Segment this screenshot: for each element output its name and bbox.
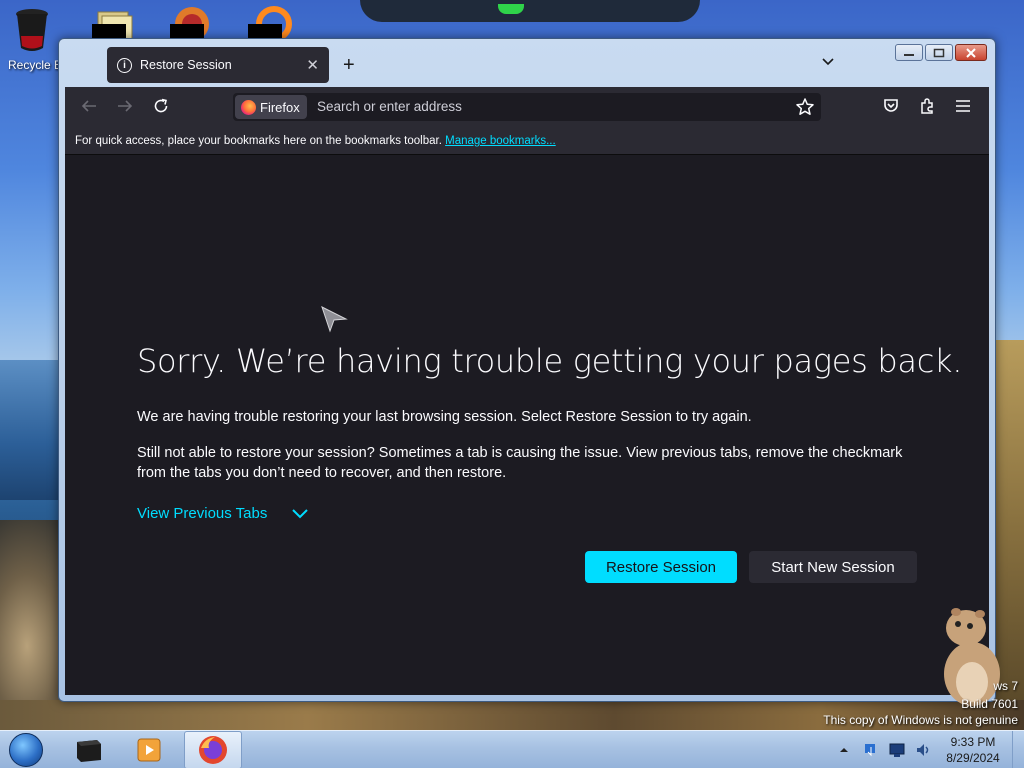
page-title: Sorry. We’re having trouble getting your… bbox=[137, 342, 963, 380]
restore-session-button[interactable]: Restore Session bbox=[585, 551, 737, 583]
close-tab-icon[interactable]: ✕ bbox=[306, 56, 319, 74]
firefox-taskbar-icon bbox=[199, 736, 227, 764]
taskbar-app-terminal[interactable] bbox=[60, 731, 118, 768]
firefox-window: i Restore Session ✕ + Firefox Search or … bbox=[58, 38, 996, 702]
mouse-cursor-icon bbox=[321, 306, 348, 333]
windows-version-text: ws 7 bbox=[993, 679, 1018, 693]
action-center-icon[interactable] bbox=[862, 741, 880, 759]
screen-top-overlay bbox=[360, 0, 700, 22]
description-paragraph: We are having trouble restoring your las… bbox=[137, 409, 752, 425]
recycle-bin-label: Recycle B bbox=[8, 58, 63, 72]
info-icon: i bbox=[117, 57, 132, 73]
taskbar-app-firefox[interactable] bbox=[184, 731, 242, 768]
tab-title: Restore Session bbox=[140, 58, 232, 72]
clock-time: 9:33 PM bbox=[950, 735, 996, 749]
restore-session-page: Sorry. We’re having trouble getting your… bbox=[65, 155, 989, 695]
menu-hamburger-icon[interactable] bbox=[953, 96, 973, 116]
list-all-tabs-chevron-down-icon[interactable] bbox=[821, 55, 835, 69]
taskbar-app-media-player[interactable] bbox=[120, 731, 178, 768]
identity-box[interactable]: Firefox bbox=[235, 95, 307, 119]
tab-restore-session[interactable]: i Restore Session ✕ bbox=[107, 47, 329, 83]
windows-logo-icon bbox=[9, 733, 43, 767]
address-input[interactable]: Search or enter address bbox=[317, 99, 462, 114]
bookmarks-toolbar: For quick access, place your bookmarks h… bbox=[65, 125, 989, 155]
new-tab-button[interactable]: + bbox=[343, 54, 355, 77]
bookmark-star-icon[interactable] bbox=[795, 97, 815, 117]
terminal-app-icon bbox=[77, 740, 101, 762]
system-tray: 9:33 PM 8/29/2024 bbox=[838, 731, 1024, 768]
tab-strip: i Restore Session ✕ + bbox=[65, 39, 989, 87]
firefox-logo-icon bbox=[241, 99, 256, 115]
bookmarks-toolbar-hint: For quick access, place your bookmarks h… bbox=[75, 135, 442, 147]
taskbar: 9:33 PM 8/29/2024 bbox=[0, 730, 1024, 768]
windows-not-genuine-text: This copy of Windows is not genuine bbox=[823, 713, 1018, 727]
browser-content-frame: Firefox Search or enter address For quic… bbox=[65, 87, 989, 695]
start-button[interactable] bbox=[6, 731, 46, 768]
reload-icon[interactable] bbox=[151, 96, 171, 116]
volume-icon[interactable] bbox=[914, 741, 932, 759]
help-paragraph: Still not able to restore your session? … bbox=[137, 445, 903, 481]
extensions-icon[interactable] bbox=[917, 96, 937, 116]
identity-label: Firefox bbox=[260, 99, 300, 115]
pocket-icon[interactable] bbox=[881, 96, 901, 116]
address-bar[interactable]: Firefox Search or enter address bbox=[233, 93, 821, 121]
network-icon[interactable] bbox=[888, 741, 906, 759]
taskbar-clock[interactable]: 9:33 PM 8/29/2024 bbox=[938, 734, 1008, 766]
back-arrow-icon[interactable] bbox=[79, 96, 99, 116]
overlay-indicator-icon bbox=[498, 4, 524, 14]
view-previous-tabs-label: View Previous Tabs bbox=[137, 505, 268, 522]
forward-arrow-icon[interactable] bbox=[115, 96, 135, 116]
nav-bar: Firefox Search or enter address bbox=[65, 87, 989, 125]
manage-bookmarks-link[interactable]: Manage bookmarks... bbox=[445, 135, 556, 147]
view-previous-tabs-toggle[interactable]: View Previous Tabs bbox=[137, 505, 309, 522]
clock-date: 8/29/2024 bbox=[946, 751, 1000, 765]
show-hidden-icons-chevron-up-icon[interactable] bbox=[838, 744, 850, 756]
media-player-icon bbox=[137, 738, 161, 762]
recycle-bin-icon[interactable] bbox=[12, 6, 62, 54]
windows-build-text: Build 7601 bbox=[961, 697, 1018, 711]
show-desktop-button[interactable] bbox=[1012, 731, 1024, 768]
start-new-session-button[interactable]: Start New Session bbox=[749, 551, 917, 583]
chevron-down-icon bbox=[292, 508, 309, 518]
